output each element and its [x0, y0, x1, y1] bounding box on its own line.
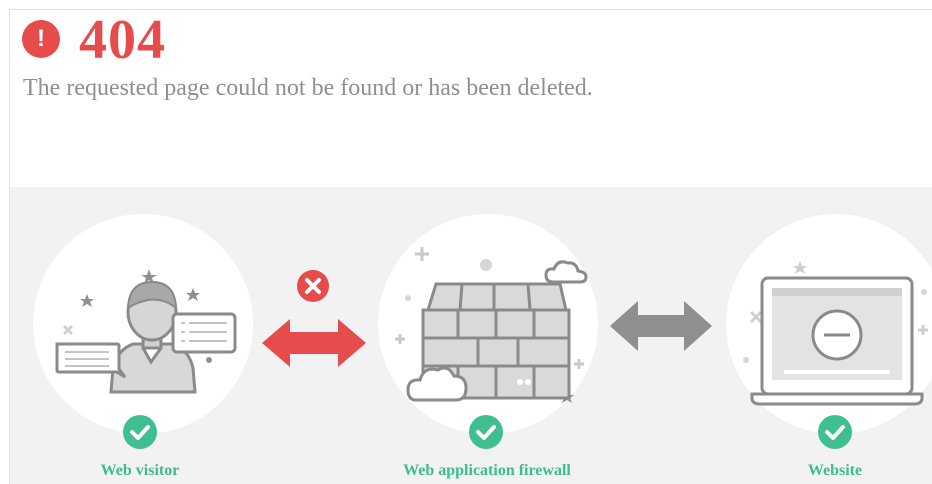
web-visitor-label: Web visitor [100, 462, 180, 479]
laptop-icon [743, 261, 928, 406]
double-arrow-icon [610, 301, 712, 351]
blocked-double-arrow-icon [262, 319, 366, 367]
user-avatar-icon [55, 269, 237, 394]
web-application-firewall-check-icon [469, 415, 503, 449]
connection-diagram: Web visitor Web application firewall Web… [10, 187, 932, 484]
exclamation-circle-icon: ! [22, 20, 60, 58]
error-message: The requested page could not be found or… [23, 75, 593, 101]
web-visitor-check-icon [123, 415, 157, 449]
brick-wall-icon [395, 247, 588, 403]
error-code: 404 [79, 9, 166, 71]
error-x-icon [297, 270, 329, 302]
website-label: Website [807, 462, 863, 479]
website-check-icon [818, 415, 852, 449]
web-application-firewall-label: Web application firewall [403, 462, 571, 479]
